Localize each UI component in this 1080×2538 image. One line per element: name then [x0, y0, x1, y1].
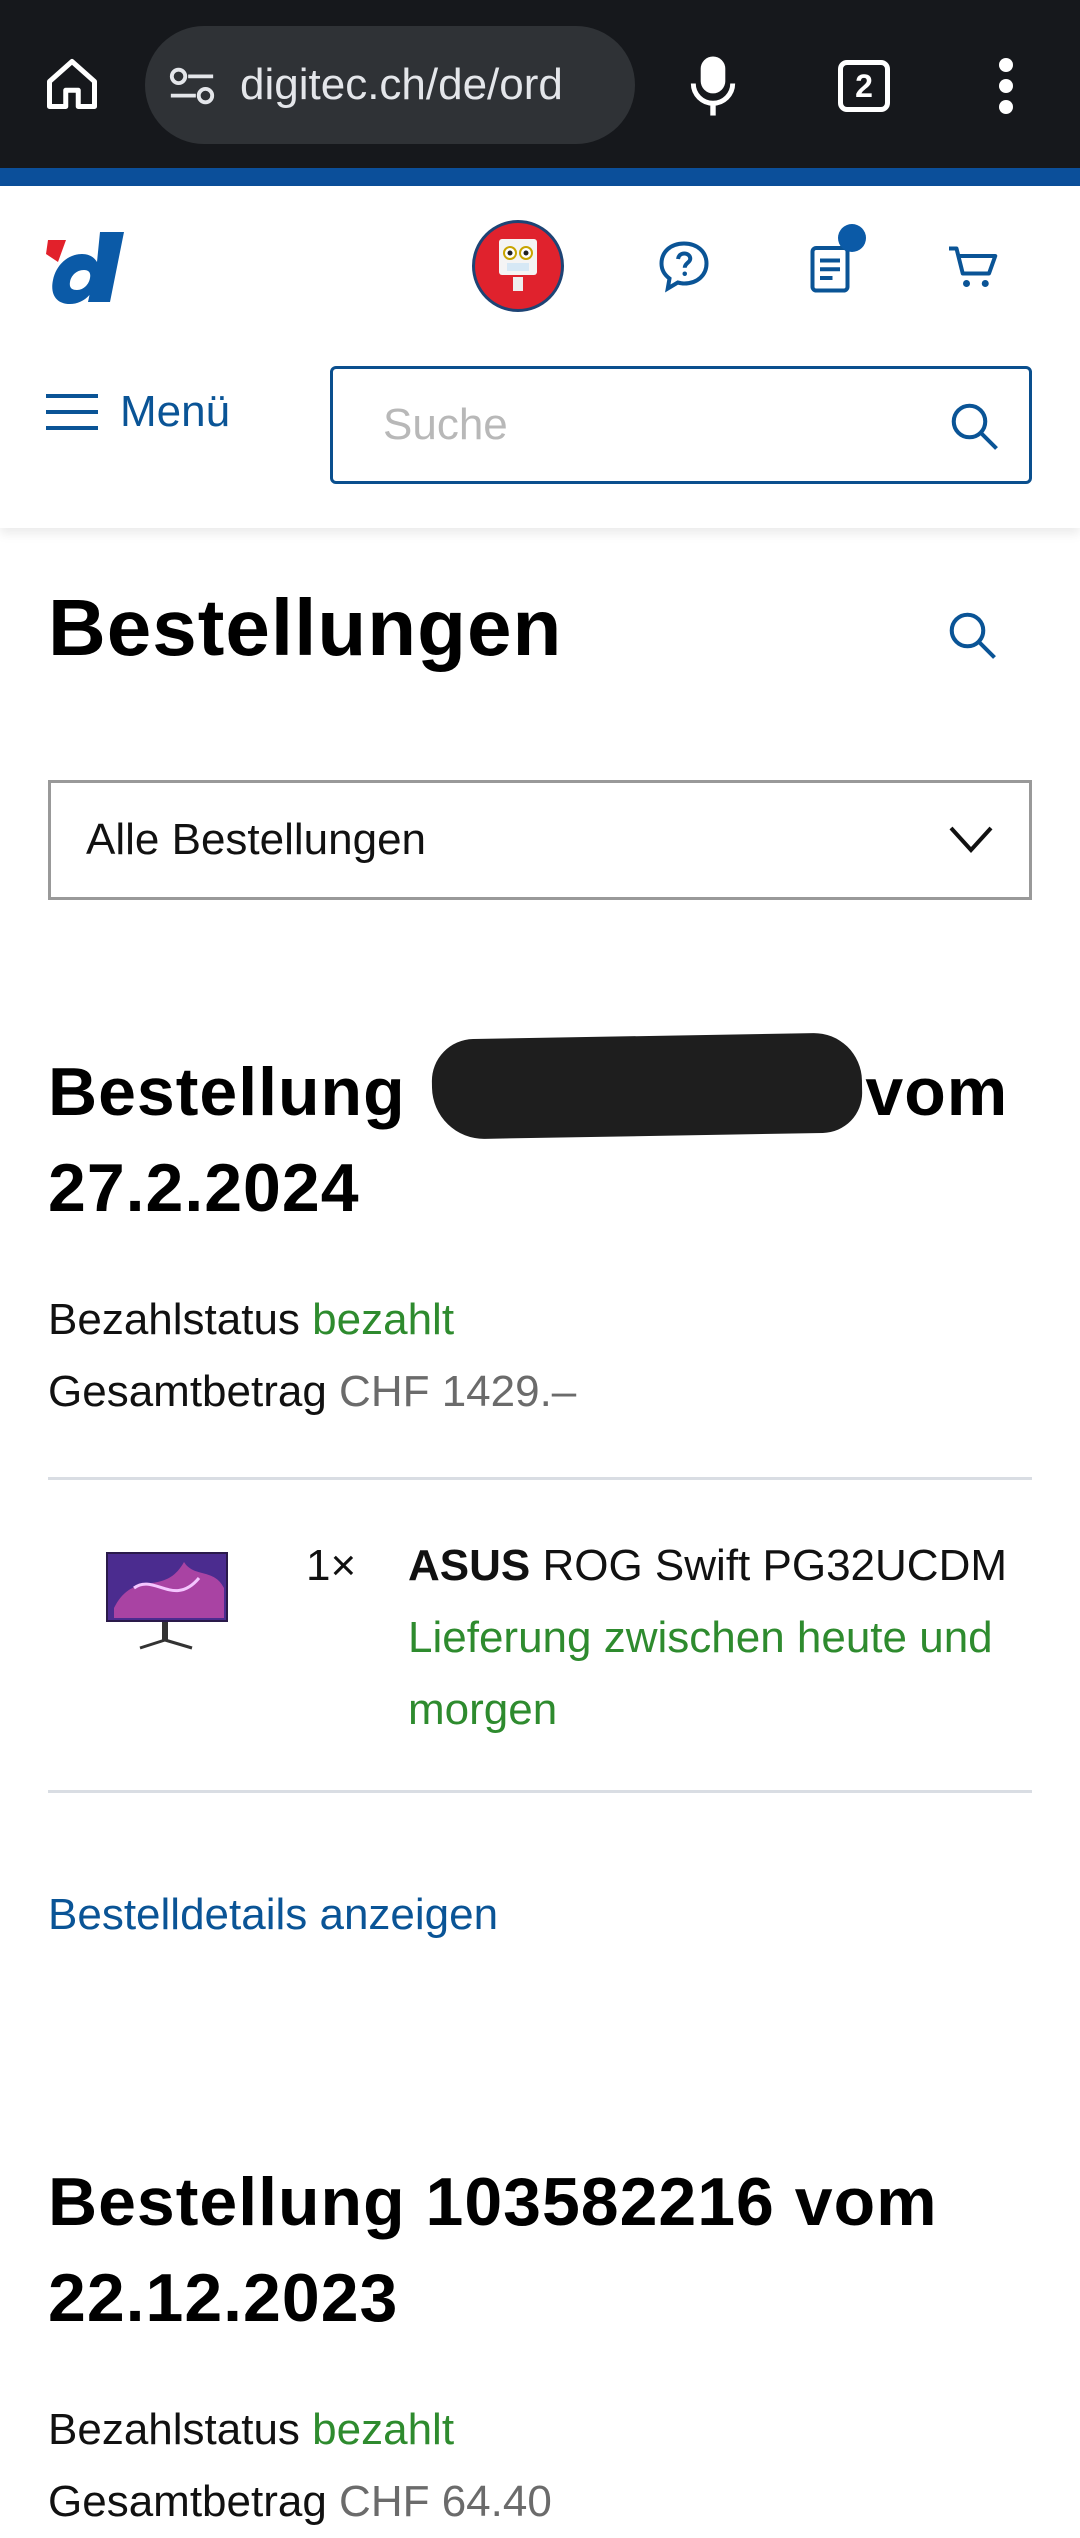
order-date: 22.12.2023 — [48, 2260, 399, 2336]
help-icon[interactable] — [654, 236, 714, 296]
address-bar[interactable]: digitec.ch/de/ord — [145, 26, 635, 144]
total-row: Gesamtbetrag CHF 1429.– — [48, 1356, 576, 1428]
site-header: Menü Suche — [0, 186, 1080, 528]
order-date: 27.2.2024 — [48, 1150, 360, 1226]
search-placeholder: Suche — [383, 400, 508, 449]
order-search-icon[interactable] — [945, 608, 999, 662]
digitec-logo[interactable] — [46, 232, 136, 312]
user-avatar[interactable] — [472, 220, 564, 312]
toolbar-accent-bar — [0, 168, 1080, 186]
product-model: ROG Swift PG32UCDM — [542, 1541, 1007, 1590]
avatar-character-icon — [499, 239, 537, 291]
menu-button[interactable]: Menü — [46, 376, 230, 448]
payment-status-row: Bezahlstatus bezahlt — [48, 2394, 454, 2466]
total-label: Gesamtbetrag — [48, 1367, 327, 1416]
search-icon[interactable] — [947, 399, 1001, 453]
search-input[interactable]: Suche — [330, 366, 1032, 484]
order-heading-prefix: Bestellung — [48, 1054, 406, 1130]
payment-status-label: Bezahlstatus — [48, 1295, 300, 1344]
order-filter-value: Alle Bestellungen — [86, 815, 427, 864]
site-settings-icon[interactable] — [167, 64, 217, 108]
product-image[interactable] — [104, 1548, 230, 1652]
payment-status-value: bezahlt — [312, 1295, 455, 1344]
microphone-icon[interactable] — [688, 54, 738, 118]
menu-label: Menü — [120, 387, 231, 436]
divider — [48, 1477, 1032, 1480]
delivery-status: Lieferung zwischen heute und morgen — [408, 1613, 993, 1734]
more-vert-icon[interactable] — [995, 58, 1017, 114]
payment-status-value: bezahlt — [312, 2405, 455, 2454]
cart-icon[interactable] — [944, 236, 1004, 296]
order-filter-select[interactable]: Alle Bestellungen — [48, 780, 1032, 900]
notification-dot — [838, 224, 866, 252]
total-value: CHF 1429.– — [339, 1367, 577, 1416]
redaction-mark — [431, 1032, 863, 1140]
hamburger-icon — [46, 394, 98, 430]
payment-status-label: Bezahlstatus — [48, 2405, 300, 2454]
tab-switcher-button[interactable]: 2 — [838, 60, 890, 112]
order-heading-suffix: vom — [865, 1054, 1009, 1130]
home-icon[interactable] — [42, 54, 102, 114]
item-quantity: 1× — [306, 1541, 357, 1590]
chevron-down-icon — [949, 826, 993, 853]
total-row: Gesamtbetrag CHF 64.40 — [48, 2466, 552, 2538]
page-title: Bestellungen — [48, 583, 563, 672]
divider — [48, 1790, 1032, 1793]
product-brand: ASUS — [408, 1541, 531, 1590]
order-heading-text: Bestellung 103582216 vom — [48, 2164, 938, 2240]
order-details-link[interactable]: Bestelldetails anzeigen — [48, 1890, 498, 1940]
browser-toolbar: digitec.ch/de/ord 2 — [0, 0, 1080, 168]
product-name[interactable]: ASUS ROG Swift PG32UCDM — [408, 1530, 1007, 1602]
order-heading: Bestellung 103582216 vom 22.12.2023 — [48, 2154, 1038, 2346]
payment-status-row: Bezahlstatus bezahlt — [48, 1284, 454, 1356]
url-text[interactable]: digitec.ch/de/ord — [240, 26, 563, 144]
